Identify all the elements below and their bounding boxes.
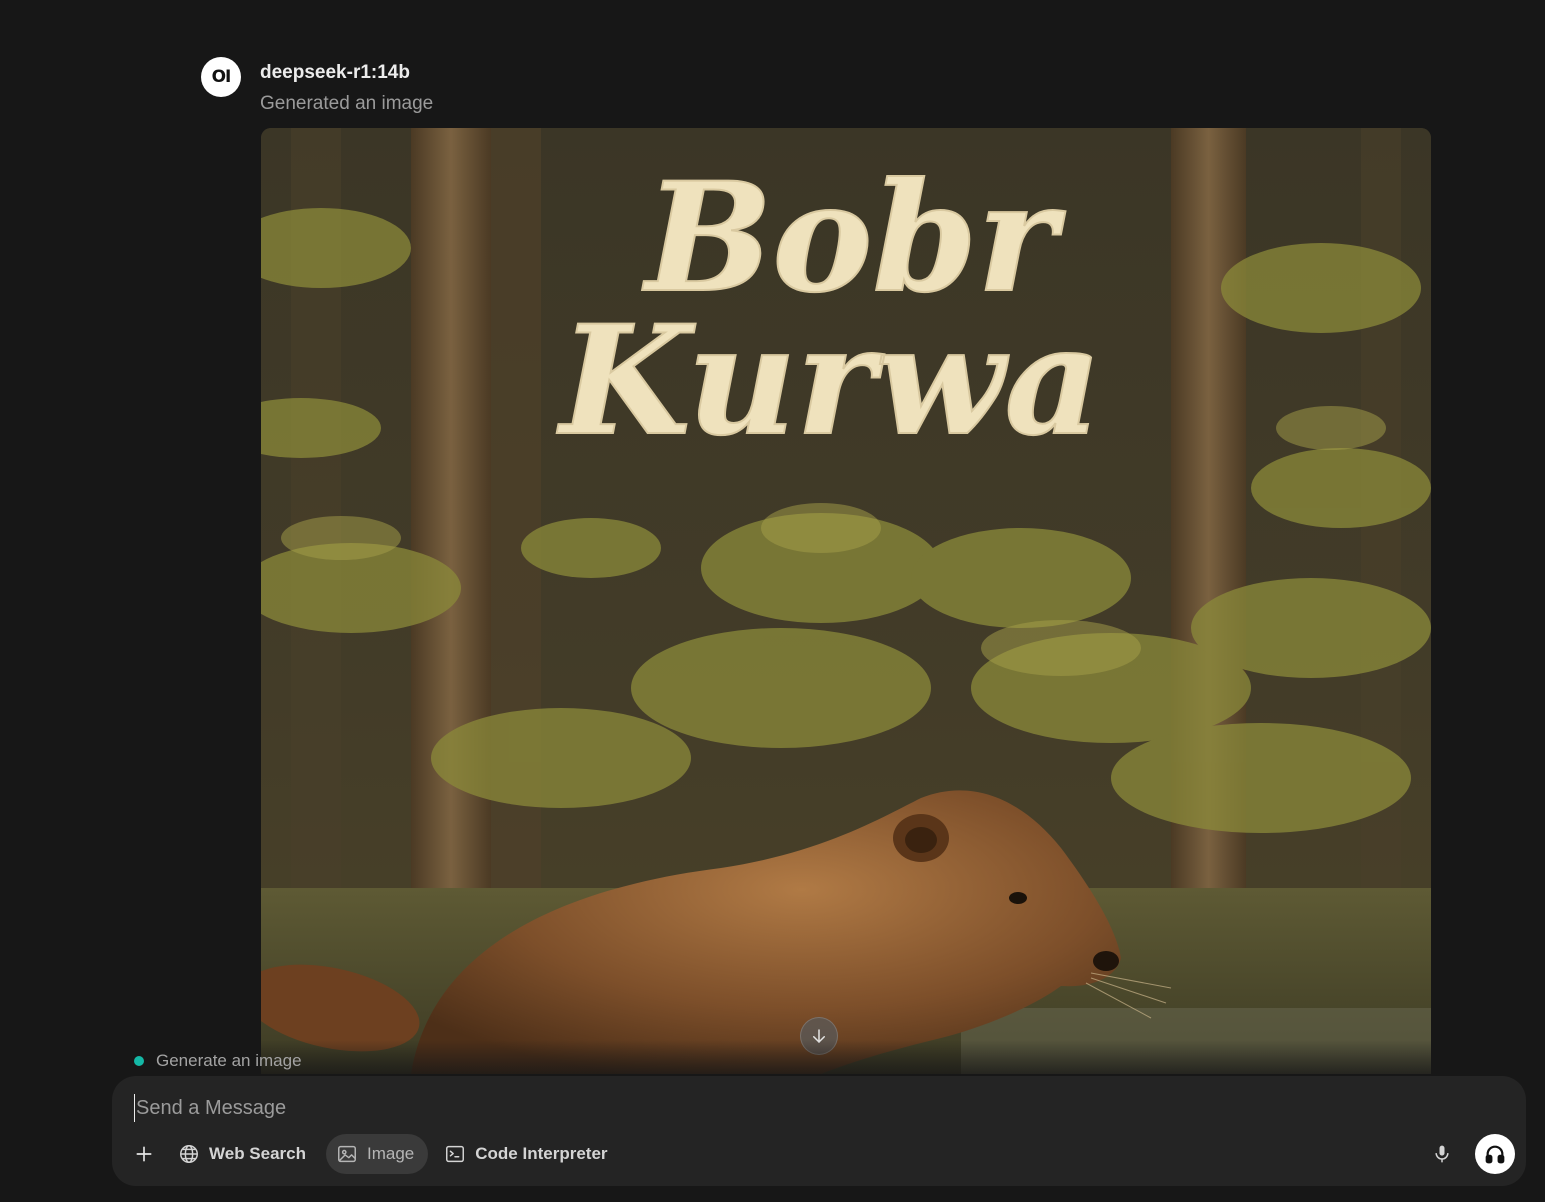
headphones-icon <box>1485 1145 1505 1164</box>
message-status: Generated an image <box>260 93 434 114</box>
arrow-down-icon <box>813 1029 825 1043</box>
plus-icon <box>136 1146 152 1162</box>
web-search-label: Web Search <box>209 1144 307 1163</box>
message-composer: Web Search Image Code Interpreter <box>112 1076 1526 1186</box>
globe-icon <box>180 1145 198 1163</box>
avatar-logo-text: OI <box>211 67 232 87</box>
image-label: Image <box>367 1144 415 1163</box>
voice-input-button[interactable] <box>1424 1136 1460 1172</box>
scroll-to-bottom-button[interactable] <box>800 1017 838 1055</box>
model-name: deepseek-r1:14b <box>260 62 410 83</box>
suggestion-text: Generate an image <box>156 1051 302 1070</box>
composer-toolbar: Web Search Image Code Interpreter <box>126 1134 622 1174</box>
web-search-toggle[interactable]: Web Search <box>168 1134 320 1174</box>
chat-page: OI deepseek-r1:14b Generated an image Bo… <box>0 0 1545 1202</box>
suggestion-dot <box>134 1056 144 1066</box>
image-title-line2: Kurwa <box>556 293 1101 469</box>
image-icon <box>338 1145 356 1163</box>
microphone-icon <box>1435 1145 1449 1163</box>
model-avatar: OI <box>201 57 241 97</box>
code-interpreter-label: Code Interpreter <box>475 1144 608 1163</box>
voice-mode-button[interactable] <box>1475 1134 1515 1174</box>
add-attachment-button[interactable] <box>126 1136 162 1172</box>
terminal-icon <box>446 1145 465 1163</box>
code-interpreter-toggle[interactable]: Code Interpreter <box>434 1134 621 1174</box>
message-input[interactable] <box>134 1094 1334 1122</box>
generated-image[interactable]: Bobr Kurwa <box>261 128 1431 1074</box>
image-toggle[interactable]: Image <box>326 1134 429 1174</box>
prompt-suggestion[interactable]: Generate an image <box>134 1051 302 1071</box>
